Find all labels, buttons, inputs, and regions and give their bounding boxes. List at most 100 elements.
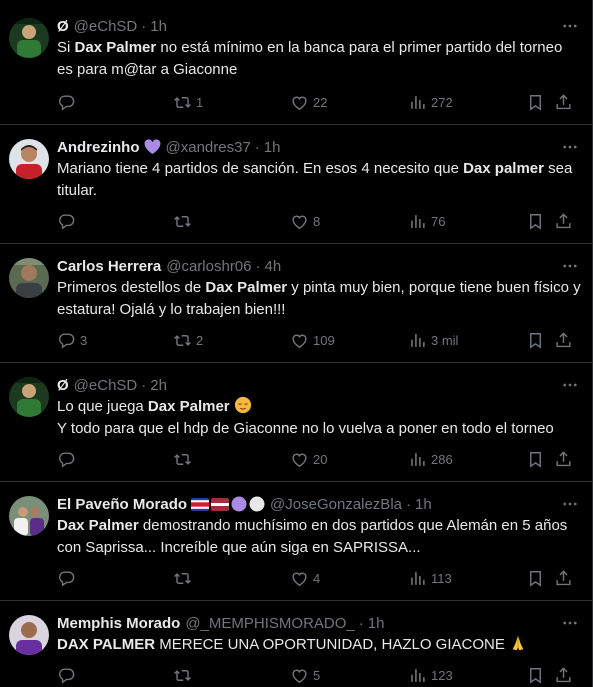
more-dots-icon[interactable] [560,16,580,36]
display-name[interactable]: Carlos Herrera [57,258,161,275]
bookmark-button[interactable] [526,92,545,112]
handle[interactable]: @_MEMPHISMORADO_ [185,615,354,632]
handle[interactable]: @eChSD [74,377,138,394]
reply-icon [57,666,76,685]
display-name[interactable]: Ø [57,377,69,394]
share-button[interactable] [554,665,573,685]
tweet-actions: 4 113 [57,568,582,588]
handle[interactable]: @eChSD [74,18,138,35]
heart-icon [290,450,309,469]
tweet[interactable]: Carlos Herrera @carloshr06 · 4h Primeros… [0,244,592,363]
reply-button[interactable] [57,92,80,112]
display-name[interactable]: Memphis Morado [57,615,180,632]
like-button[interactable]: 109 [290,330,335,350]
avatar[interactable] [9,139,49,179]
heart-icon [290,93,309,112]
like-button[interactable]: 4 [290,568,320,588]
tweet[interactable]: Andrezinho @xandres37 · 1h Mariano tiene… [0,125,592,244]
tweet-actions: 8 76 [57,211,582,231]
repost-button[interactable] [173,449,196,469]
bookmark-button[interactable] [526,568,545,588]
tweet-text: Lo que juega Dax Palmer Y todo para que … [57,396,554,437]
reply-icon [57,450,76,469]
tweet-actions: 1 22 272 [57,92,582,112]
avatar[interactable] [9,377,49,417]
separator: · [255,257,261,275]
tweet-header: El Paveño Morado @JoseGonzalezBla · 1h [57,494,592,514]
more-dots-icon[interactable] [560,137,580,157]
share-button[interactable] [554,449,573,469]
tweet-header: Andrezinho @xandres37 · 1h [57,137,592,157]
tweet-text: Mariano tiene 4 partidos de sanción. En … [57,160,573,199]
bookmark-button[interactable] [526,330,545,350]
display-name[interactable]: Andrezinho [57,139,140,156]
display-name[interactable]: Ø [57,18,69,35]
timestamp[interactable]: 2h [150,377,167,394]
more-dots-icon[interactable] [560,256,580,276]
repost-button[interactable]: 1 [173,92,203,112]
reply-button[interactable]: 3 [57,330,87,350]
avatar[interactable] [9,496,49,536]
repost-icon [173,331,192,350]
more-dots-icon[interactable] [560,494,580,514]
tweet-header: Memphis Morado @_MEMPHISMORADO_ · 1h [57,613,592,633]
display-name[interactable]: El Paveño Morado [57,496,187,513]
repost-icon [173,93,192,112]
like-button[interactable]: 20 [290,449,327,469]
bookmark-icon [526,212,545,231]
timestamp[interactable]: 1h [415,496,432,513]
bookmark-button[interactable] [526,665,545,685]
tweet-actions: 5 123 [57,665,582,685]
like-button[interactable]: 22 [290,92,327,112]
views-button[interactable]: 76 [408,211,445,231]
more-dots-icon[interactable] [560,375,580,395]
handle[interactable]: @JoseGonzalezBla [270,496,402,513]
reply-button[interactable] [57,211,80,231]
share-icon [554,93,573,112]
share-button[interactable] [554,211,573,231]
timestamp[interactable]: 1h [150,18,167,35]
reply-button[interactable] [57,665,80,685]
share-button[interactable] [554,330,573,350]
repost-button[interactable] [173,211,196,231]
views-button[interactable]: 3 mil [408,330,458,350]
relieved-face-emoji [234,396,251,414]
avatar[interactable] [9,615,49,655]
tweet-actions: 3 2 109 3 mil [57,330,582,350]
share-button[interactable] [554,568,573,588]
handle[interactable]: @xandres37 [166,139,251,156]
separator: · [141,17,147,35]
tweet[interactable]: Ø @eChSD · 2h Lo que juega Dax Palmer Y … [0,363,592,482]
bookmark-button[interactable] [526,211,545,231]
views-button[interactable]: 113 [408,568,452,588]
repost-icon [173,569,192,588]
views-button[interactable]: 286 [408,449,453,469]
bookmark-button[interactable] [526,449,545,469]
views-button[interactable]: 272 [408,92,453,112]
reply-button[interactable] [57,449,80,469]
like-button[interactable]: 5 [290,665,320,685]
avatar[interactable] [9,18,49,58]
share-icon [554,569,573,588]
tweet-text: Si Dax Palmer no está mínimo en la banca… [57,39,563,78]
timestamp[interactable]: 1h [368,615,385,632]
repost-button[interactable] [173,568,196,588]
timestamp[interactable]: 4h [265,258,282,275]
share-icon [554,666,573,685]
views-chart-icon [408,212,427,231]
tweet[interactable]: Ø @eChSD · 1h Si Dax Palmer no está míni… [0,0,592,125]
avatar[interactable] [9,258,49,298]
reply-button[interactable] [57,568,80,588]
views-button[interactable]: 123 [408,665,453,685]
more-dots-icon[interactable] [560,613,580,633]
bookmark-icon [526,93,545,112]
repost-icon [173,450,192,469]
timestamp[interactable]: 1h [264,139,281,156]
tweet[interactable]: Memphis Morado @_MEMPHISMORADO_ · 1h DAX… [0,601,592,687]
share-button[interactable] [554,92,573,112]
repost-button[interactable]: 2 [173,330,203,350]
like-button[interactable]: 8 [290,211,320,231]
tweet[interactable]: El Paveño Morado @JoseGonzalezBla · 1h D… [0,482,592,601]
handle[interactable]: @carloshr06 [166,258,251,275]
repost-button[interactable] [173,665,196,685]
